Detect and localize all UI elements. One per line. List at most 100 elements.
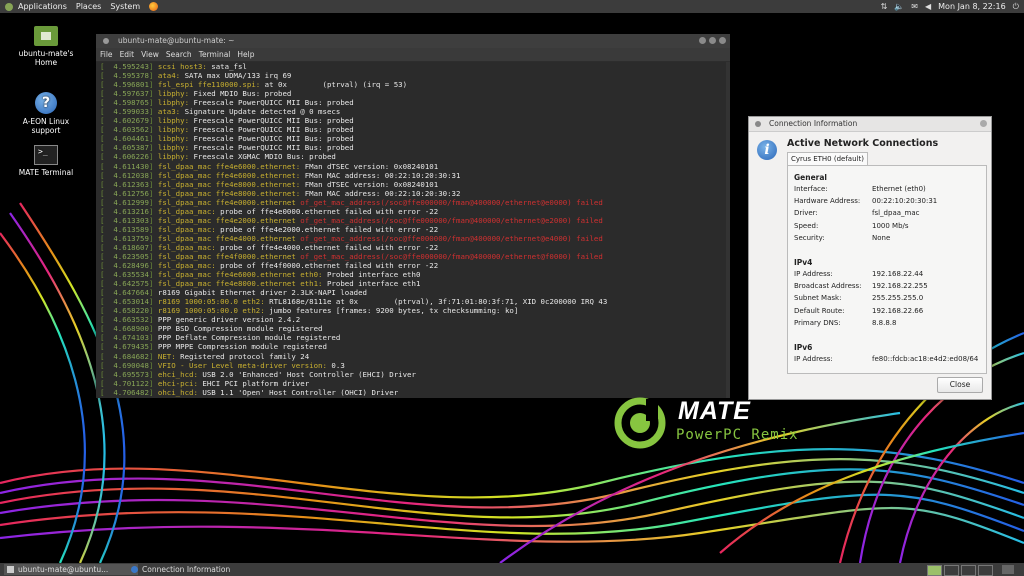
log-ts: 4.695573: [113, 369, 149, 379]
bottom-panel: ubuntu-mate@ubuntu... Connection Informa…: [0, 563, 1024, 576]
bracket: ]: [148, 89, 158, 99]
menu-search[interactable]: Search: [166, 48, 192, 61]
info-row: Default Route: 192.168.22.66: [794, 307, 923, 315]
log-mod: fsl_dpaa_mac:: [157, 261, 216, 271]
volume-level-icon[interactable]: ◀: [925, 2, 931, 11]
desktop-icon-terminal[interactable]: >_ MATE Terminal: [11, 145, 81, 177]
log-msg: PPP BSD Compression module registered: [157, 324, 323, 334]
terminal-output[interactable]: [ 4.595243] scsi host3: sata_fsl[ 4.5953…: [96, 62, 730, 398]
volume-icon[interactable]: 🔈: [894, 2, 904, 11]
terminal-titlebar[interactable]: ubuntu-mate@ubuntu-mate: ~: [96, 34, 730, 48]
terminal-line: [ 4.628496] fsl_dpaa_mac: probe of ffe4f…: [100, 261, 730, 270]
tray-area: ⇅ 🔈 ✉ ◀ Mon Jan 8, 22:16 ⏻: [881, 0, 1019, 13]
menu-edit[interactable]: Edit: [120, 48, 135, 61]
bracket: [: [100, 315, 114, 325]
log-ts: 4.612999: [113, 197, 149, 207]
mate-wordmark: MATE: [678, 397, 751, 425]
workspace-1[interactable]: [927, 565, 942, 576]
log-ts: 4.612038: [113, 170, 149, 180]
log-mod: scsi host3:: [157, 62, 207, 71]
applications-menu[interactable]: Applications: [18, 2, 67, 11]
desktop-icon-label: MATE Terminal: [18, 168, 74, 177]
menu-view[interactable]: View: [141, 48, 159, 61]
terminal-line: [ 4.690048] VFIO - User Level meta-drive…: [100, 361, 730, 370]
terminal-line: [ 4.612038] fsl_dpaa_mac ffe4e6000.ether…: [100, 171, 730, 180]
log-ts: 4.623505: [113, 251, 149, 261]
log-mod: ata4:: [157, 71, 181, 81]
power-icon[interactable]: ⏻: [1013, 2, 1019, 12]
bracket: [: [100, 333, 114, 343]
terminal-line: [ 4.618607] fsl_dpaa_mac: probe of ffe4e…: [100, 243, 730, 252]
terminal-line: [ 4.695573] ehci_hcd: USB 2.0 'Enhanced'…: [100, 370, 730, 379]
log-msg: Signature Update detected @ 0 msecs: [180, 107, 341, 117]
maximize-icon[interactable]: [709, 37, 716, 44]
info-task-icon: [131, 566, 138, 573]
bracket: [: [100, 143, 114, 153]
terminal-line: [ 4.602679] libphy: Freescale PowerQUICC…: [100, 116, 730, 125]
info-row: Broadcast Address: 192.168.22.255: [794, 282, 928, 290]
close-icon[interactable]: [719, 37, 726, 44]
close-icon[interactable]: [980, 120, 987, 127]
taskbar-terminal[interactable]: ubuntu-mate@ubuntu...: [4, 564, 138, 575]
terminal-scrollbar[interactable]: [726, 62, 730, 398]
terminal-menubar: File Edit View Search Terminal Help: [96, 48, 730, 61]
clock[interactable]: Mon Jan 8, 22:16: [938, 2, 1006, 11]
home-folder-icon: [34, 26, 58, 46]
taskbar-connection-info[interactable]: Connection Information: [128, 564, 322, 575]
firefox-launcher-icon[interactable]: [149, 2, 159, 11]
places-menu[interactable]: Places: [76, 2, 101, 11]
workspace-4[interactable]: [978, 565, 993, 576]
bracket: ]: [148, 261, 158, 271]
log-msg: Freescale PowerQUICC MII Bus: probed: [189, 125, 354, 135]
log-ts: 4.613303: [113, 215, 149, 225]
log-ts: 4.596801: [113, 80, 149, 90]
log-mod: fsl_dpaa_mac ffe4e8000.ethernet:: [157, 179, 301, 189]
desktop-icon-support[interactable]: ? A-EON Linux support: [11, 92, 81, 135]
terminal-window[interactable]: ubuntu-mate@ubuntu-mate: ~ File Edit Vie…: [96, 34, 730, 398]
menu-terminal[interactable]: Terminal: [199, 48, 231, 61]
log-mod: fsl_espi ffe110000.spi:: [157, 80, 261, 90]
section-ipv6: IPv6: [794, 343, 813, 352]
log-msg: EHCI PCI platform driver: [197, 378, 310, 388]
mate-logo-icon[interactable]: [5, 2, 13, 11]
terminal-line: [ 4.653014] r8169 1000:05:00.0 eth2: RTL…: [100, 297, 730, 306]
terminal-line: [ 4.613759] fsl_dpaa_mac ffe4e4000.ether…: [100, 234, 730, 243]
trash-icon[interactable]: [1002, 565, 1014, 574]
workspace-2[interactable]: [944, 565, 959, 576]
log-msg: probe of ffe4e2000.ethernet failed with …: [215, 224, 439, 234]
log-mod: fsl_dpaa_mac ffe4f0000.ethernet: [157, 251, 296, 261]
log-ts: 4.603562: [113, 125, 149, 135]
network-icon[interactable]: ⇅: [881, 2, 888, 11]
dialog-titlebar[interactable]: Connection Information: [749, 117, 991, 132]
bracket: [: [100, 306, 114, 316]
bracket: [: [100, 125, 114, 135]
bracket: ]: [148, 107, 158, 117]
log-ts: 4.628496: [113, 261, 149, 271]
system-menu[interactable]: System: [110, 2, 140, 11]
menu-file[interactable]: File: [100, 48, 113, 61]
menu-help[interactable]: Help: [237, 48, 254, 61]
log-ts: 4.690048: [113, 360, 149, 370]
terminal-line: [ 4.612363] fsl_dpaa_mac ffe4e8000.ether…: [100, 180, 730, 189]
log-mod: fsl_dpaa_mac ffe4e6000.ethernet eth0:: [157, 270, 323, 280]
bracket: ]: [148, 251, 158, 261]
mail-icon[interactable]: ✉: [911, 2, 918, 11]
connection-info-dialog[interactable]: Connection Information i Active Network …: [748, 116, 992, 400]
minimize-icon[interactable]: [699, 37, 706, 44]
log-msg: Freescale XGMAC MDIO Bus: probed: [189, 152, 336, 162]
bracket: [: [100, 288, 114, 298]
terminal-line: [ 4.642575] fsl_dpaa_mac ffe4e8000.ether…: [100, 279, 730, 288]
desktop-icon-home[interactable]: ubuntu-mate's Home: [11, 26, 81, 67]
tab-connection[interactable]: Cyrus ETH0 (default): [787, 152, 868, 166]
bracket: ]: [148, 270, 158, 280]
log-msg: at 0x (ptrval) (irq = 53): [260, 80, 408, 90]
bracket: ]: [148, 369, 158, 379]
log-ts: 4.599033: [113, 107, 149, 117]
desktop-icon-label: A-EON Linux support: [22, 117, 70, 135]
log-msg: jumbo features [frames: 9200 bytes, tx c…: [264, 306, 519, 316]
workspace-3[interactable]: [961, 565, 976, 576]
close-button[interactable]: Close: [937, 377, 983, 393]
log-ts: 4.706482: [113, 387, 149, 397]
terminal-line: [ 4.599033] ata3: Signature Update detec…: [100, 107, 730, 116]
log-msg: Freescale PowerQUICC MII Bus: probed: [189, 98, 354, 108]
